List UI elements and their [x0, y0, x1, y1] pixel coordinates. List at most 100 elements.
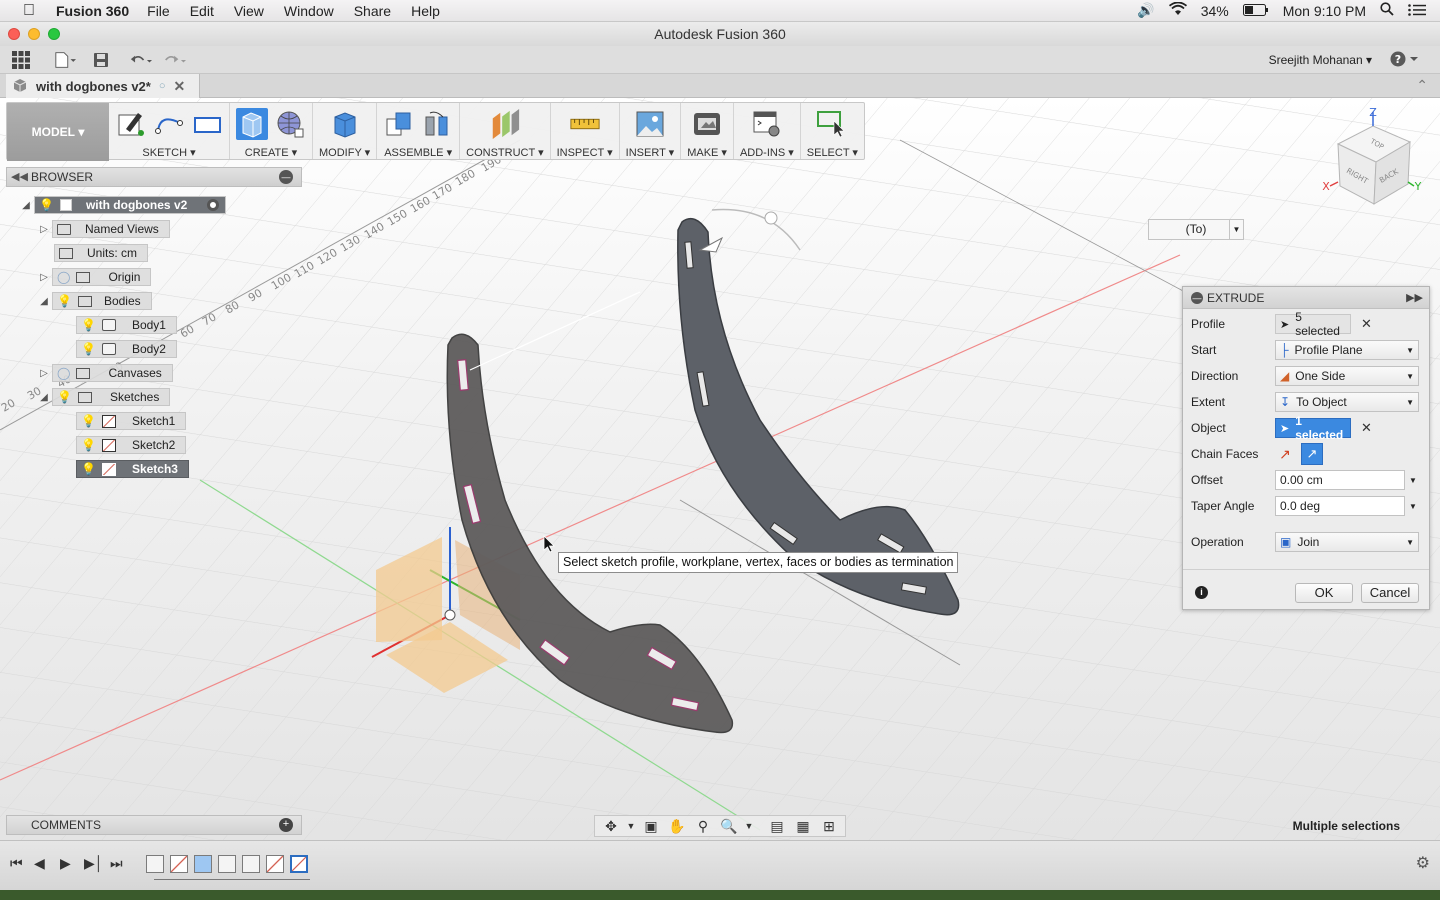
collapse-browser-icon[interactable]: ◀◀: [11, 168, 28, 186]
redo-icon[interactable]: [164, 49, 186, 71]
zoom-icon[interactable]: ⚲: [693, 817, 713, 835]
orbit-icon[interactable]: ✥: [601, 817, 621, 835]
clock[interactable]: Mon 9:10 PM: [1283, 3, 1366, 19]
clear-object-button[interactable]: ✕: [1361, 420, 1372, 436]
addins-group[interactable]: ADD-INS ▾: [734, 103, 801, 159]
visibility-bulb-off-icon[interactable]: ◯: [57, 366, 70, 380]
chain-faces-off-icon[interactable]: ↗: [1275, 444, 1295, 464]
tree-node-sketch3[interactable]: 💡 Sketch3: [76, 460, 189, 478]
collapse-triangle-icon[interactable]: ◢: [36, 392, 52, 403]
step-back-icon[interactable]: ◀: [34, 855, 45, 872]
start-dropdown[interactable]: ├ Profile Plane ▼: [1275, 340, 1419, 360]
sketch1-node[interactable]: 💡 Sketch1: [76, 412, 187, 430]
tree-node-body2[interactable]: 💡 Body2: [76, 340, 177, 358]
look-at-icon[interactable]: ▣: [641, 817, 661, 835]
go-to-end-icon[interactable]: ⏭: [110, 855, 123, 872]
new-component-icon[interactable]: [383, 108, 415, 140]
body1-node[interactable]: 💡 Body1: [76, 316, 177, 334]
menu-edit[interactable]: Edit: [190, 3, 214, 19]
visibility-bulb-icon[interactable]: 💡: [81, 318, 96, 332]
visibility-bulb-icon[interactable]: 💡: [81, 342, 96, 356]
timeline-move-feature[interactable]: [242, 855, 260, 873]
scripts-addins-icon[interactable]: [751, 108, 783, 140]
canvases-node[interactable]: ◯ Canvases: [52, 364, 173, 382]
help-menu[interactable]: ?: [1390, 51, 1420, 70]
timeline-feature[interactable]: [218, 855, 236, 873]
menu-file[interactable]: File: [147, 3, 170, 19]
browser-pin-icon[interactable]: —: [279, 170, 293, 184]
timeline-sketch-feature[interactable]: [170, 855, 188, 873]
document-tab[interactable]: with dogbones v2* ○ ✕: [6, 74, 200, 98]
grid-settings-icon[interactable]: ▦: [793, 817, 813, 835]
sketch2-node[interactable]: 💡 Sketch2: [76, 436, 187, 454]
apple-icon[interactable]: : [18, 2, 40, 20]
sketch-rectangle-icon[interactable]: [191, 108, 223, 140]
direction-dropdown[interactable]: ◢ One Side ▼: [1275, 366, 1419, 386]
zoom-window-icon[interactable]: 🔍: [719, 817, 739, 835]
insert-image-icon[interactable]: [634, 108, 666, 140]
timeline-sketch-feature[interactable]: [266, 855, 284, 873]
inspect-group[interactable]: INSPECT ▾: [551, 103, 620, 159]
chevron-down-icon[interactable]: ▼: [1409, 476, 1417, 485]
select-icon[interactable]: [816, 108, 848, 140]
tree-node-sketch1[interactable]: 💡 Sketch1: [76, 412, 187, 430]
timeline-active-sketch-feature[interactable]: [290, 855, 308, 873]
tree-node-origin[interactable]: ▷ ◯ Origin: [36, 268, 152, 286]
user-account-menu[interactable]: Sreejith Mohanan ▾: [1269, 53, 1372, 67]
ok-button[interactable]: OK: [1295, 583, 1353, 603]
info-icon[interactable]: i: [1195, 586, 1208, 599]
construct-group[interactable]: CONSTRUCT ▾: [460, 103, 551, 159]
tree-node-sketch2[interactable]: 💡 Sketch2: [76, 436, 187, 454]
bodies-node[interactable]: 💡 Bodies: [52, 292, 152, 310]
tree-node-units[interactable]: Units: cm: [54, 244, 149, 262]
collapse-dialog-icon[interactable]: —: [1191, 292, 1203, 304]
tree-node-canvases[interactable]: ▷ ◯ Canvases: [36, 364, 173, 382]
tree-root[interactable]: ◢ 💡 with dogbones v2: [18, 196, 227, 214]
visibility-bulb-icon[interactable]: 💡: [81, 438, 96, 452]
chain-faces-on-icon[interactable]: ↗: [1301, 443, 1323, 465]
tree-node-bodies[interactable]: ◢ 💡 Bodies: [36, 292, 152, 310]
visibility-bulb-icon[interactable]: 💡: [57, 390, 72, 404]
extent-dropdown[interactable]: ↧ To Object ▼: [1275, 392, 1419, 412]
sketch-arc-icon[interactable]: [153, 108, 185, 140]
units-node[interactable]: Units: cm: [54, 244, 149, 262]
offset-plane-icon[interactable]: [489, 108, 521, 140]
display-settings-icon[interactable]: ▤: [767, 817, 787, 835]
expand-triangle-icon[interactable]: ▷: [36, 272, 52, 283]
construct-group-label[interactable]: CONSTRUCT ▾: [466, 146, 543, 159]
origin-node[interactable]: ◯ Origin: [52, 268, 152, 286]
app-menu[interactable]: Fusion 360: [56, 3, 129, 19]
clear-profile-button[interactable]: ✕: [1361, 316, 1372, 332]
wifi-icon[interactable]: [1168, 1, 1187, 19]
extrude-icon[interactable]: [236, 108, 268, 140]
minimize-window-button[interactable]: [28, 28, 40, 40]
offset-input[interactable]: 0.00 cm: [1275, 470, 1405, 490]
menu-view[interactable]: View: [234, 3, 264, 19]
insert-group-label[interactable]: INSERT ▾: [626, 146, 675, 159]
tree-node-body1[interactable]: 💡 Body1: [76, 316, 177, 334]
collapse-triangle-icon[interactable]: ◢: [36, 296, 52, 307]
measure-icon[interactable]: [569, 108, 601, 140]
inspect-group-label[interactable]: INSPECT ▾: [557, 146, 613, 159]
undo-icon[interactable]: [130, 49, 152, 71]
expand-dialog-icon[interactable]: ▶▶: [1406, 287, 1423, 309]
collapse-triangle-icon[interactable]: ◢: [18, 200, 34, 211]
chevron-down-icon[interactable]: ▼: [1409, 502, 1417, 511]
volume-icon[interactable]: 🔊: [1137, 2, 1154, 19]
sketch-group[interactable]: SKETCH ▾: [109, 103, 230, 159]
add-comment-icon[interactable]: +: [279, 818, 293, 832]
visibility-bulb-off-icon[interactable]: ◯: [57, 270, 70, 284]
body2-node[interactable]: 💡 Body2: [76, 340, 177, 358]
workspace-switcher[interactable]: MODEL ▾: [7, 103, 109, 161]
modify-group-label[interactable]: MODIFY ▾: [319, 146, 370, 159]
timeline-extrude-feature[interactable]: [194, 855, 212, 873]
view-cube[interactable]: TOP RIGHT BACK Z X Y: [1318, 104, 1428, 214]
select-group[interactable]: SELECT ▾: [801, 103, 864, 159]
close-window-button[interactable]: [8, 28, 20, 40]
go-to-start-icon[interactable]: ⏮: [10, 855, 23, 872]
make-group-label[interactable]: MAKE ▾: [687, 146, 727, 159]
addins-group-label[interactable]: ADD-INS ▾: [740, 146, 794, 159]
activate-radio-icon[interactable]: [207, 199, 220, 211]
notification-center-icon[interactable]: [1408, 3, 1426, 19]
menu-help[interactable]: Help: [411, 3, 440, 19]
